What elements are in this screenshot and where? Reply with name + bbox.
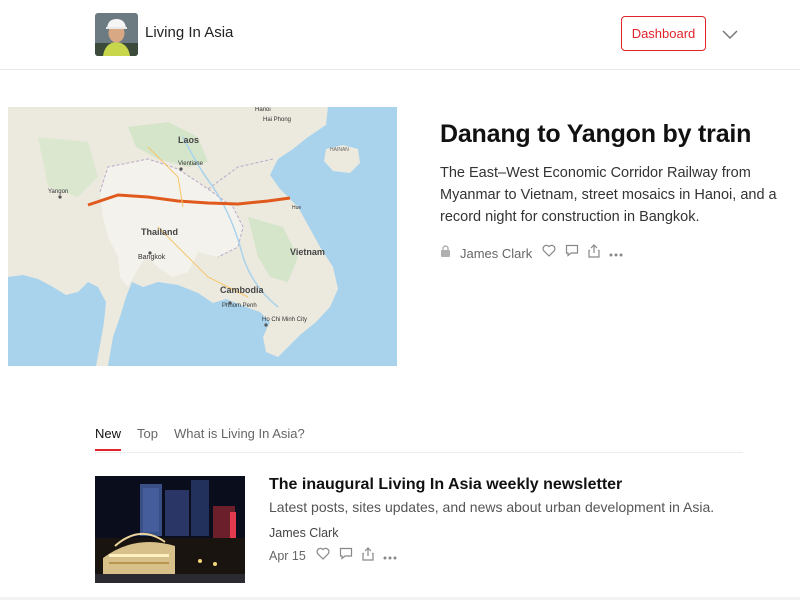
post-subtitle: Latest posts, sites updates, and news ab…: [269, 499, 715, 515]
map-label-hainan: HAINAN: [330, 147, 349, 153]
map-label-phnom-penh: Phnom Penh: [222, 303, 257, 309]
map-label-hue: Hue: [292, 205, 301, 211]
hero-meta: James Clark: [440, 243, 632, 263]
hero-subtitle: The East–West Economic Corridor Railway …: [440, 165, 777, 225]
tab-new[interactable]: New: [95, 426, 122, 451]
post-title[interactable]: The inaugural Living In Asia weekly news…: [269, 476, 622, 494]
map-label-yangon: Yangon: [48, 189, 68, 195]
site-header: Living In Asia Dashboard: [0, 0, 800, 70]
more-icon[interactable]: [383, 547, 397, 565]
map-label-vientiane: Vientiane: [178, 161, 204, 167]
heart-icon[interactable]: [316, 547, 330, 565]
post-meta: Apr 15: [269, 546, 406, 566]
map-label-vietnam: Vietnam: [290, 247, 325, 257]
tab-what-is[interactable]: What is Living In Asia?: [174, 426, 305, 451]
hero-title[interactable]: Danang to Yangon by train: [440, 120, 751, 149]
post-thumbnail[interactable]: [95, 476, 245, 583]
comment-icon[interactable]: [339, 547, 353, 565]
tab-top[interactable]: Top: [137, 426, 158, 451]
tabs-divider: [95, 452, 743, 453]
more-icon[interactable]: [609, 244, 623, 262]
share-icon[interactable]: [362, 546, 374, 566]
dashboard-button[interactable]: Dashboard: [621, 16, 706, 51]
map-label-cambodia: Cambodia: [220, 285, 265, 295]
hero-author[interactable]: James Clark: [460, 246, 532, 261]
map-label-hanoi: Hanoi: [255, 107, 271, 113]
avatar[interactable]: [95, 13, 138, 56]
brand-name[interactable]: Living In Asia: [145, 24, 233, 41]
map-label-laos: Laos: [178, 135, 199, 145]
lock-icon: [440, 244, 451, 262]
heart-icon[interactable]: [542, 244, 556, 262]
post-date: Apr 15: [269, 549, 306, 563]
map-label-ho-chi-minh: Ho Chi Minh City: [262, 317, 307, 323]
post-author[interactable]: James Clark: [269, 526, 338, 540]
share-icon[interactable]: [588, 243, 600, 263]
map-label-bangkok: Bangkok: [138, 254, 166, 261]
comment-icon[interactable]: [565, 244, 579, 262]
map-label-thailand: Thailand: [141, 227, 178, 237]
map-label-hai-phong: Hai Phong: [263, 117, 291, 123]
hero-map-image[interactable]: Laos Thailand Vietnam Cambodia Bangkok Y…: [8, 107, 397, 366]
chevron-down-icon[interactable]: [722, 27, 738, 41]
post-tabs: New Top What is Living In Asia?: [95, 426, 321, 451]
